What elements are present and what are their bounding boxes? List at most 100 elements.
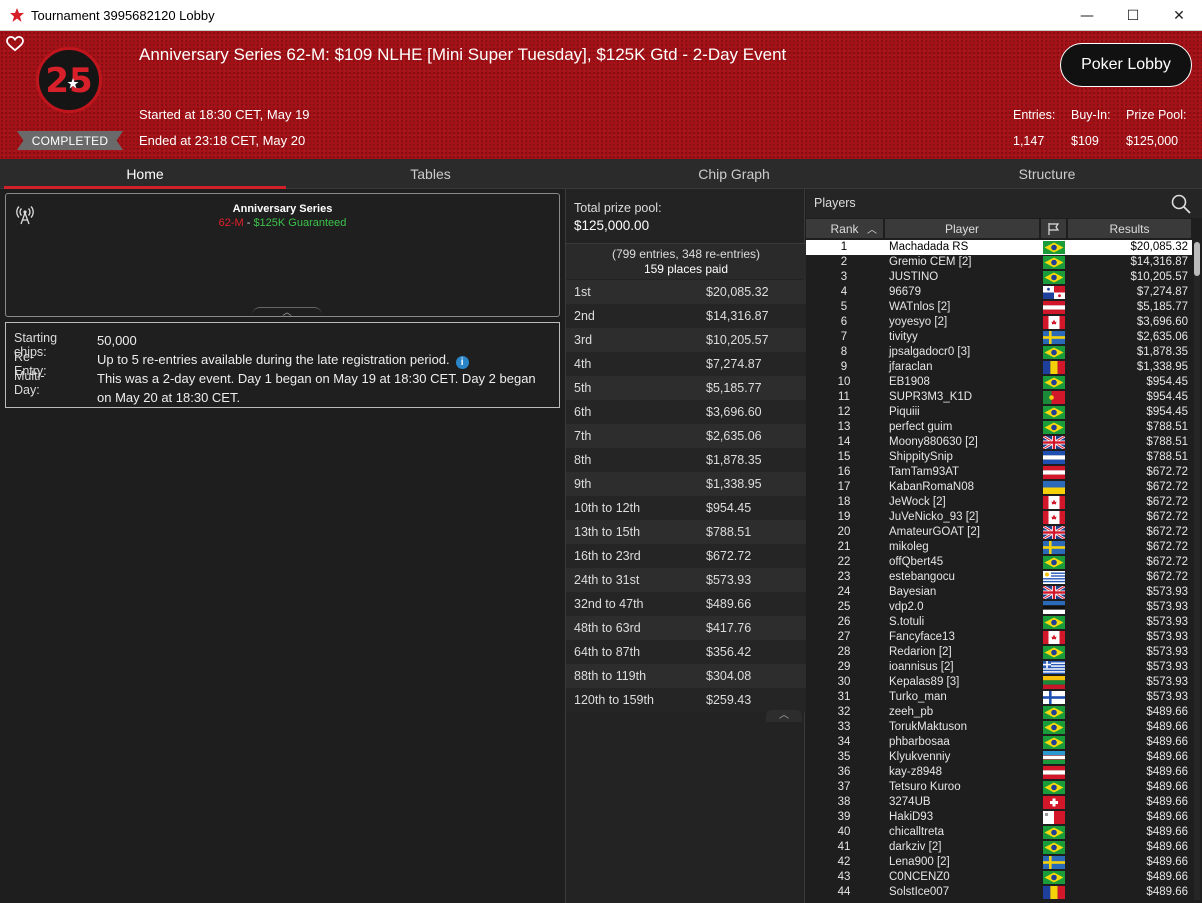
table-row[interactable]: 37 Tetsuro Kuroo $489.66: [806, 780, 1192, 795]
player-rank: 34: [837, 736, 851, 748]
players-scrollbar[interactable]: [1194, 240, 1200, 900]
tab-chip-graph[interactable]: Chip Graph: [590, 159, 878, 189]
column-player[interactable]: Player: [885, 219, 1040, 238]
table-row[interactable]: 29 ioannisus [2] $573.93: [806, 660, 1192, 675]
payout-row: 5th $5,185.77: [566, 376, 806, 400]
table-row[interactable]: 24 Bayesian $573.93: [806, 585, 1192, 600]
table-row[interactable]: 20 AmateurGOAT [2] $672.72: [806, 525, 1192, 540]
player-result: $489.66: [1146, 721, 1188, 733]
table-row[interactable]: 8 jpsalgadocr0 [3] $1,878.35: [806, 345, 1192, 360]
payout-place: 2nd: [574, 309, 595, 323]
table-row[interactable]: 30 Kepalas89 [3] $573.93: [806, 675, 1192, 690]
tab-home[interactable]: Home: [4, 159, 286, 189]
table-row[interactable]: 31 Turko_man $573.93: [806, 690, 1192, 705]
player-rank: 5: [840, 301, 848, 313]
table-row[interactable]: 38 3274UB $489.66: [806, 795, 1192, 810]
player-result: $954.45: [1146, 406, 1188, 418]
table-row[interactable]: 26 S.totuli $573.93: [806, 615, 1192, 630]
country-flag-icon: [1043, 586, 1065, 599]
table-row[interactable]: 6 yoyesyo [2] $3,696.60: [806, 315, 1192, 330]
player-result: $489.66: [1146, 856, 1188, 868]
table-row[interactable]: 17 KabanRomaN08 $672.72: [806, 480, 1192, 495]
table-row[interactable]: 33 TorukMaktuson $489.66: [806, 720, 1192, 735]
scrollbar-thumb[interactable]: [1194, 242, 1200, 276]
search-icon[interactable]: [1170, 193, 1192, 215]
table-row[interactable]: 32 zeeh_pb $489.66: [806, 705, 1192, 720]
table-row[interactable]: 36 kay-z8948 $489.66: [806, 765, 1192, 780]
table-row[interactable]: 42 Lena900 [2] $489.66: [806, 855, 1192, 870]
table-row[interactable]: 35 Klyukvenniy $489.66: [806, 750, 1192, 765]
payout-amount: $1,878.35: [706, 453, 762, 467]
player-result: $788.51: [1146, 451, 1188, 463]
table-row[interactable]: 11 SUPR3M3_K1D $954.45: [806, 390, 1192, 405]
minimize-button[interactable]: —: [1064, 0, 1110, 31]
table-row[interactable]: 34 phbarbosaa $489.66: [806, 735, 1192, 750]
table-row[interactable]: 18 JeWock [2] $672.72: [806, 495, 1192, 510]
player-name: Kepalas89 [3]: [889, 676, 960, 688]
table-row[interactable]: 41 darkziv [2] $489.66: [806, 840, 1192, 855]
table-row[interactable]: 1 Machadada RS $20,085.32: [806, 240, 1192, 255]
table-row[interactable]: 14 Moony880630 [2] $788.51: [806, 435, 1192, 450]
column-results[interactable]: Results: [1068, 219, 1192, 238]
table-row[interactable]: 28 Redarion [2] $573.93: [806, 645, 1192, 660]
table-row[interactable]: 22 offQbert45 $672.72: [806, 555, 1192, 570]
player-result: $573.93: [1146, 676, 1188, 688]
table-row[interactable]: 21 mikoleg $672.72: [806, 540, 1192, 555]
table-row[interactable]: 5 WATnlos [2] $5,185.77: [806, 300, 1192, 315]
player-result: $10,205.57: [1130, 271, 1188, 283]
tab-tables[interactable]: Tables: [288, 159, 573, 189]
player-rank: 19: [837, 511, 851, 523]
poker-lobby-button[interactable]: Poker Lobby: [1060, 43, 1192, 87]
table-row[interactable]: 19 JuVeNicko_93 [2] $672.72: [806, 510, 1192, 525]
payout-row: 48th to 63rd $417.76: [566, 616, 806, 640]
info-icon[interactable]: i: [455, 356, 469, 369]
table-row[interactable]: 10 EB1908 $954.45: [806, 375, 1192, 390]
player-result: $14,316.87: [1130, 256, 1188, 268]
table-row[interactable]: 12 Piquiii $954.45: [806, 405, 1192, 420]
table-row[interactable]: 44 SolstIce007 $489.66: [806, 885, 1192, 900]
player-rank: 32: [837, 706, 851, 718]
payout-amount: $489.66: [706, 597, 752, 611]
player-rank: 22: [837, 556, 851, 568]
player-name: TamTam93AT: [889, 466, 960, 478]
country-flag-icon: [1043, 301, 1065, 314]
column-rank[interactable]: Rank ︿: [806, 219, 884, 238]
collapse-chevron-up-icon[interactable]: ︿: [252, 307, 322, 317]
table-row[interactable]: 15 ShippitySnip $788.51: [806, 450, 1192, 465]
player-result: $573.93: [1146, 601, 1188, 613]
table-row[interactable]: 39 HakiD93 $489.66: [806, 810, 1192, 825]
country-flag-icon: [1043, 736, 1065, 749]
table-row[interactable]: 25 vdp2.0 $573.93: [806, 600, 1192, 615]
country-flag-icon: [1043, 481, 1065, 494]
table-row[interactable]: 7 tivityy $2,635.06: [806, 330, 1192, 345]
tab-structure[interactable]: Structure: [900, 159, 1194, 189]
table-row[interactable]: 9 jfaraclan $1,338.95: [806, 360, 1192, 375]
table-row[interactable]: 4 96679 $7,274.87: [806, 285, 1192, 300]
table-row[interactable]: 23 estebangocu $672.72: [806, 570, 1192, 585]
table-row[interactable]: 3 JUSTINO $10,205.57: [806, 270, 1192, 285]
payout-collapse-chevron-up-icon[interactable]: ︿: [766, 710, 802, 722]
close-button[interactable]: ✕: [1156, 0, 1202, 31]
player-name: Bayesian: [889, 586, 937, 598]
player-rank: 36: [837, 766, 851, 778]
player-name: perfect guim: [889, 421, 953, 433]
table-row[interactable]: 40 chicalltreta $489.66: [806, 825, 1192, 840]
player-rank: 3: [840, 271, 848, 283]
table-row[interactable]: 43 C0NCENZ0 $489.66: [806, 870, 1192, 885]
entries-summary: (799 entries, 348 re-entries) 159 places…: [566, 243, 806, 279]
player-rank: 24: [837, 586, 851, 598]
favorite-heart-icon[interactable]: [6, 36, 24, 52]
player-name: WATnlos [2]: [889, 301, 951, 313]
player-rank: 11: [838, 391, 850, 403]
table-row[interactable]: 13 perfect guim $788.51: [806, 420, 1192, 435]
player-name: SUPR3M3_K1D: [889, 391, 973, 403]
player-result: $573.93: [1146, 631, 1188, 643]
table-row[interactable]: 27 Fancyface13 $573.93: [806, 630, 1192, 645]
maximize-button[interactable]: ☐: [1110, 0, 1156, 31]
table-row[interactable]: 2 Gremio CEM [2] $14,316.87: [806, 255, 1192, 270]
column-flag[interactable]: [1041, 219, 1067, 238]
table-row[interactable]: 16 TamTam93AT $672.72: [806, 465, 1192, 480]
players-title: Players: [814, 196, 856, 210]
payout-amount: $672.72: [706, 549, 752, 563]
country-flag-icon: [1043, 571, 1065, 584]
